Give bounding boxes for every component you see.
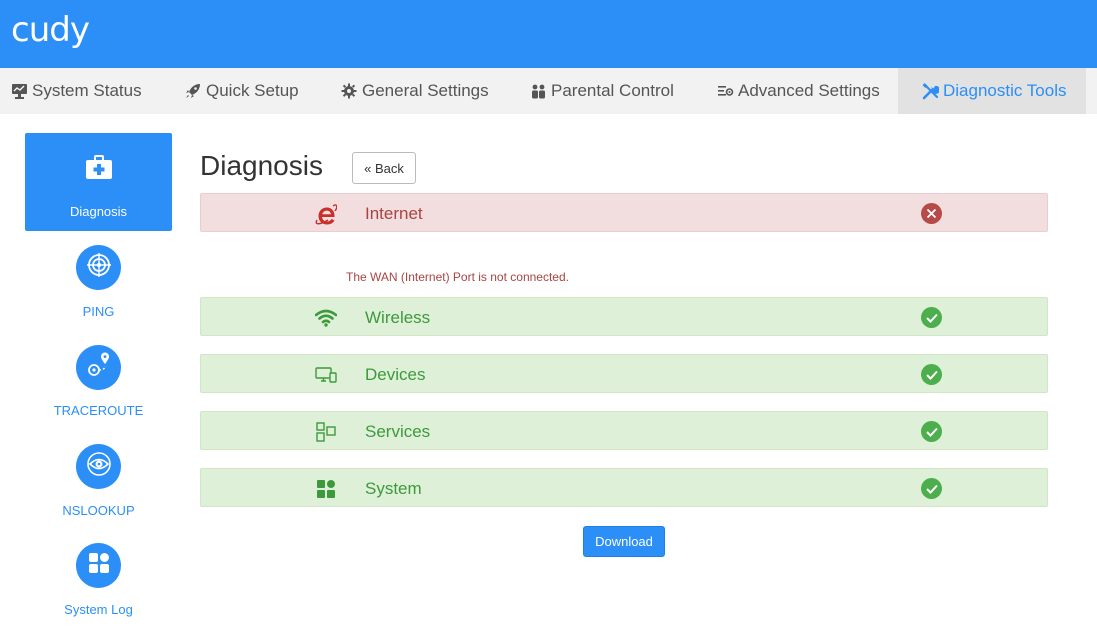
diagnosis-row-internet[interactable]: Internet (200, 193, 1048, 232)
check-icon (921, 421, 942, 442)
tools-icon (921, 82, 939, 100)
main-nav: System Status Quick Setup General Settin… (0, 68, 1097, 114)
wifi-icon (315, 307, 337, 329)
back-button[interactable]: « Back (352, 152, 416, 184)
sidebar-item-label: Diagnosis (69, 204, 128, 219)
check-icon (921, 307, 942, 328)
tab-quick-setup[interactable]: Quick Setup (184, 68, 299, 114)
row-label: Wireless (365, 308, 431, 327)
error-icon (921, 203, 942, 224)
tab-label: Diagnostic Tools (943, 81, 1067, 100)
monitor-icon (10, 82, 28, 100)
tab-system-status[interactable]: System Status (10, 68, 142, 114)
sliders-icon (716, 82, 734, 100)
diagnosis-row-system[interactable]: System (200, 468, 1048, 507)
family-icon (529, 82, 547, 100)
tab-general-settings[interactable]: General Settings (340, 68, 489, 114)
tab-label: System Status (32, 81, 142, 100)
cudy-logo[interactable]: cudy (11, 10, 90, 50)
rocket-icon (184, 82, 202, 100)
sidebar-item-ping[interactable]: PING (25, 304, 172, 319)
nslookup-button[interactable] (76, 444, 121, 489)
system-icon (315, 478, 337, 500)
sidebar-item-system-log[interactable]: System Log (25, 602, 172, 617)
tab-diagnostic-tools[interactable]: Diagnostic Tools (898, 68, 1086, 114)
tab-label: Advanced Settings (738, 81, 880, 100)
route-icon (86, 352, 112, 383)
traceroute-button[interactable] (76, 345, 121, 390)
row-label: Internet (365, 204, 423, 223)
target-icon (86, 252, 112, 283)
tab-label: Parental Control (551, 81, 674, 100)
services-icon (315, 421, 337, 443)
download-button[interactable]: Download (583, 526, 665, 557)
grid-icon (87, 551, 111, 580)
diagnosis-row-wireless[interactable]: Wireless (200, 297, 1048, 336)
tab-label: General Settings (362, 81, 489, 100)
tab-parental-control[interactable]: Parental Control (529, 68, 674, 114)
sidebar-item-traceroute[interactable]: TRACEROUTE (25, 403, 172, 418)
row-label: System (365, 479, 422, 498)
ping-button[interactable] (76, 245, 121, 290)
sidebar-item-diagnosis[interactable]: Diagnosis (25, 133, 172, 231)
devices-icon (315, 364, 337, 386)
diagnosis-row-devices[interactable]: Devices (200, 354, 1048, 393)
diagnosis-row-services[interactable]: Services (200, 411, 1048, 450)
check-icon (921, 364, 942, 385)
tab-label: Quick Setup (206, 81, 299, 100)
medkit-icon (85, 153, 113, 181)
error-message: The WAN (Internet) Port is not connected… (346, 270, 569, 284)
system-log-button[interactable] (76, 543, 121, 588)
sidebar-item-nslookup[interactable]: NSLOOKUP (25, 503, 172, 518)
check-icon (921, 478, 942, 499)
ie-icon (315, 203, 337, 225)
gear-icon (340, 82, 358, 100)
row-label: Devices (365, 365, 426, 384)
row-label: Services (365, 422, 431, 441)
tab-advanced-settings[interactable]: Advanced Settings (716, 68, 880, 114)
top-bar: cudy (0, 0, 1097, 68)
page-title: Diagnosis (200, 150, 323, 181)
eye-icon (86, 451, 112, 482)
